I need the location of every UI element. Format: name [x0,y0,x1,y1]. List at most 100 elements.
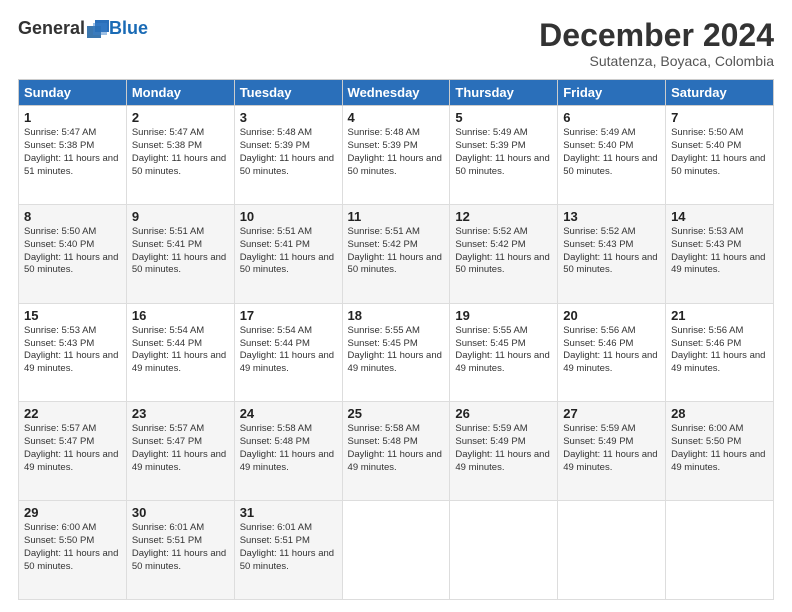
day-number: 17 [240,308,337,323]
table-row: 6 Sunrise: 5:49 AMSunset: 5:40 PMDayligh… [558,106,666,205]
table-row: 23 Sunrise: 5:57 AMSunset: 5:47 PMDaylig… [126,402,234,501]
empty-cell [666,501,774,600]
cell-content: Sunrise: 5:57 AMSunset: 5:47 PMDaylight:… [24,423,118,472]
table-row: 12 Sunrise: 5:52 AMSunset: 5:42 PMDaylig… [450,204,558,303]
day-number: 5 [455,110,552,125]
day-number: 20 [563,308,660,323]
day-number: 18 [348,308,445,323]
col-sunday: Sunday [19,80,127,106]
cell-content: Sunrise: 5:57 AMSunset: 5:47 PMDaylight:… [132,423,226,472]
calendar-table: Sunday Monday Tuesday Wednesday Thursday… [18,79,774,600]
cell-content: Sunrise: 6:01 AMSunset: 5:51 PMDaylight:… [132,522,226,571]
day-number: 13 [563,209,660,224]
table-row: 19 Sunrise: 5:55 AMSunset: 5:45 PMDaylig… [450,303,558,402]
cell-content: Sunrise: 5:50 AMSunset: 5:40 PMDaylight:… [671,127,765,176]
day-number: 22 [24,406,121,421]
cell-content: Sunrise: 5:53 AMSunset: 5:43 PMDaylight:… [671,226,765,275]
cell-content: Sunrise: 5:51 AMSunset: 5:42 PMDaylight:… [348,226,442,275]
logo-general-text: General [18,18,85,39]
cell-content: Sunrise: 5:48 AMSunset: 5:39 PMDaylight:… [348,127,442,176]
empty-cell [558,501,666,600]
table-row: 5 Sunrise: 5:49 AMSunset: 5:39 PMDayligh… [450,106,558,205]
day-number: 10 [240,209,337,224]
table-row: 28 Sunrise: 6:00 AMSunset: 5:50 PMDaylig… [666,402,774,501]
col-saturday: Saturday [666,80,774,106]
calendar-week-3: 15 Sunrise: 5:53 AMSunset: 5:43 PMDaylig… [19,303,774,402]
day-number: 28 [671,406,768,421]
day-number: 31 [240,505,337,520]
logo: General Blue [18,18,148,39]
col-tuesday: Tuesday [234,80,342,106]
cell-content: Sunrise: 5:49 AMSunset: 5:39 PMDaylight:… [455,127,549,176]
day-number: 21 [671,308,768,323]
calendar-week-4: 22 Sunrise: 5:57 AMSunset: 5:47 PMDaylig… [19,402,774,501]
table-row: 29 Sunrise: 6:00 AMSunset: 5:50 PMDaylig… [19,501,127,600]
table-row: 17 Sunrise: 5:54 AMSunset: 5:44 PMDaylig… [234,303,342,402]
cell-content: Sunrise: 5:49 AMSunset: 5:40 PMDaylight:… [563,127,657,176]
calendar-page: General Blue December 2024 Sutatenza, Bo… [0,0,792,612]
table-row: 20 Sunrise: 5:56 AMSunset: 5:46 PMDaylig… [558,303,666,402]
table-row: 18 Sunrise: 5:55 AMSunset: 5:45 PMDaylig… [342,303,450,402]
day-number: 30 [132,505,229,520]
cell-content: Sunrise: 5:58 AMSunset: 5:48 PMDaylight:… [348,423,442,472]
logo-blue-text: Blue [109,18,148,39]
cell-content: Sunrise: 5:52 AMSunset: 5:42 PMDaylight:… [455,226,549,275]
table-row: 16 Sunrise: 5:54 AMSunset: 5:44 PMDaylig… [126,303,234,402]
table-row: 24 Sunrise: 5:58 AMSunset: 5:48 PMDaylig… [234,402,342,501]
table-row: 3 Sunrise: 5:48 AMSunset: 5:39 PMDayligh… [234,106,342,205]
day-number: 15 [24,308,121,323]
table-row: 27 Sunrise: 5:59 AMSunset: 5:49 PMDaylig… [558,402,666,501]
cell-content: Sunrise: 5:51 AMSunset: 5:41 PMDaylight:… [240,226,334,275]
day-number: 6 [563,110,660,125]
table-row: 14 Sunrise: 5:53 AMSunset: 5:43 PMDaylig… [666,204,774,303]
empty-cell [450,501,558,600]
day-number: 4 [348,110,445,125]
cell-content: Sunrise: 5:55 AMSunset: 5:45 PMDaylight:… [348,325,442,374]
cell-content: Sunrise: 5:59 AMSunset: 5:49 PMDaylight:… [563,423,657,472]
cell-content: Sunrise: 5:58 AMSunset: 5:48 PMDaylight:… [240,423,334,472]
calendar-week-1: 1 Sunrise: 5:47 AMSunset: 5:38 PMDayligh… [19,106,774,205]
cell-content: Sunrise: 5:50 AMSunset: 5:40 PMDaylight:… [24,226,118,275]
cell-content: Sunrise: 5:56 AMSunset: 5:46 PMDaylight:… [671,325,765,374]
day-number: 7 [671,110,768,125]
month-title: December 2024 [539,18,774,53]
header-right: December 2024 Sutatenza, Boyaca, Colombi… [539,18,774,69]
header: General Blue December 2024 Sutatenza, Bo… [18,18,774,69]
cell-content: Sunrise: 6:01 AMSunset: 5:51 PMDaylight:… [240,522,334,571]
table-row: 10 Sunrise: 5:51 AMSunset: 5:41 PMDaylig… [234,204,342,303]
col-wednesday: Wednesday [342,80,450,106]
cell-content: Sunrise: 5:54 AMSunset: 5:44 PMDaylight:… [240,325,334,374]
calendar-week-2: 8 Sunrise: 5:50 AMSunset: 5:40 PMDayligh… [19,204,774,303]
day-number: 27 [563,406,660,421]
cell-content: Sunrise: 5:54 AMSunset: 5:44 PMDaylight:… [132,325,226,374]
table-row: 15 Sunrise: 5:53 AMSunset: 5:43 PMDaylig… [19,303,127,402]
cell-content: Sunrise: 5:59 AMSunset: 5:49 PMDaylight:… [455,423,549,472]
cell-content: Sunrise: 5:55 AMSunset: 5:45 PMDaylight:… [455,325,549,374]
table-row: 9 Sunrise: 5:51 AMSunset: 5:41 PMDayligh… [126,204,234,303]
day-number: 14 [671,209,768,224]
col-thursday: Thursday [450,80,558,106]
table-row: 1 Sunrise: 5:47 AMSunset: 5:38 PMDayligh… [19,106,127,205]
table-row: 21 Sunrise: 5:56 AMSunset: 5:46 PMDaylig… [666,303,774,402]
table-row: 25 Sunrise: 5:58 AMSunset: 5:48 PMDaylig… [342,402,450,501]
table-row: 26 Sunrise: 5:59 AMSunset: 5:49 PMDaylig… [450,402,558,501]
day-number: 3 [240,110,337,125]
day-number: 9 [132,209,229,224]
col-friday: Friday [558,80,666,106]
col-monday: Monday [126,80,234,106]
cell-content: Sunrise: 6:00 AMSunset: 5:50 PMDaylight:… [24,522,118,571]
table-row: 8 Sunrise: 5:50 AMSunset: 5:40 PMDayligh… [19,204,127,303]
logo-icon [87,20,109,38]
cell-content: Sunrise: 5:53 AMSunset: 5:43 PMDaylight:… [24,325,118,374]
calendar-header-row: Sunday Monday Tuesday Wednesday Thursday… [19,80,774,106]
table-row: 4 Sunrise: 5:48 AMSunset: 5:39 PMDayligh… [342,106,450,205]
cell-content: Sunrise: 5:48 AMSunset: 5:39 PMDaylight:… [240,127,334,176]
table-row: 2 Sunrise: 5:47 AMSunset: 5:38 PMDayligh… [126,106,234,205]
location-subtitle: Sutatenza, Boyaca, Colombia [539,53,774,69]
day-number: 8 [24,209,121,224]
day-number: 23 [132,406,229,421]
table-row: 11 Sunrise: 5:51 AMSunset: 5:42 PMDaylig… [342,204,450,303]
cell-content: Sunrise: 5:47 AMSunset: 5:38 PMDaylight:… [24,127,118,176]
calendar-week-5: 29 Sunrise: 6:00 AMSunset: 5:50 PMDaylig… [19,501,774,600]
day-number: 2 [132,110,229,125]
